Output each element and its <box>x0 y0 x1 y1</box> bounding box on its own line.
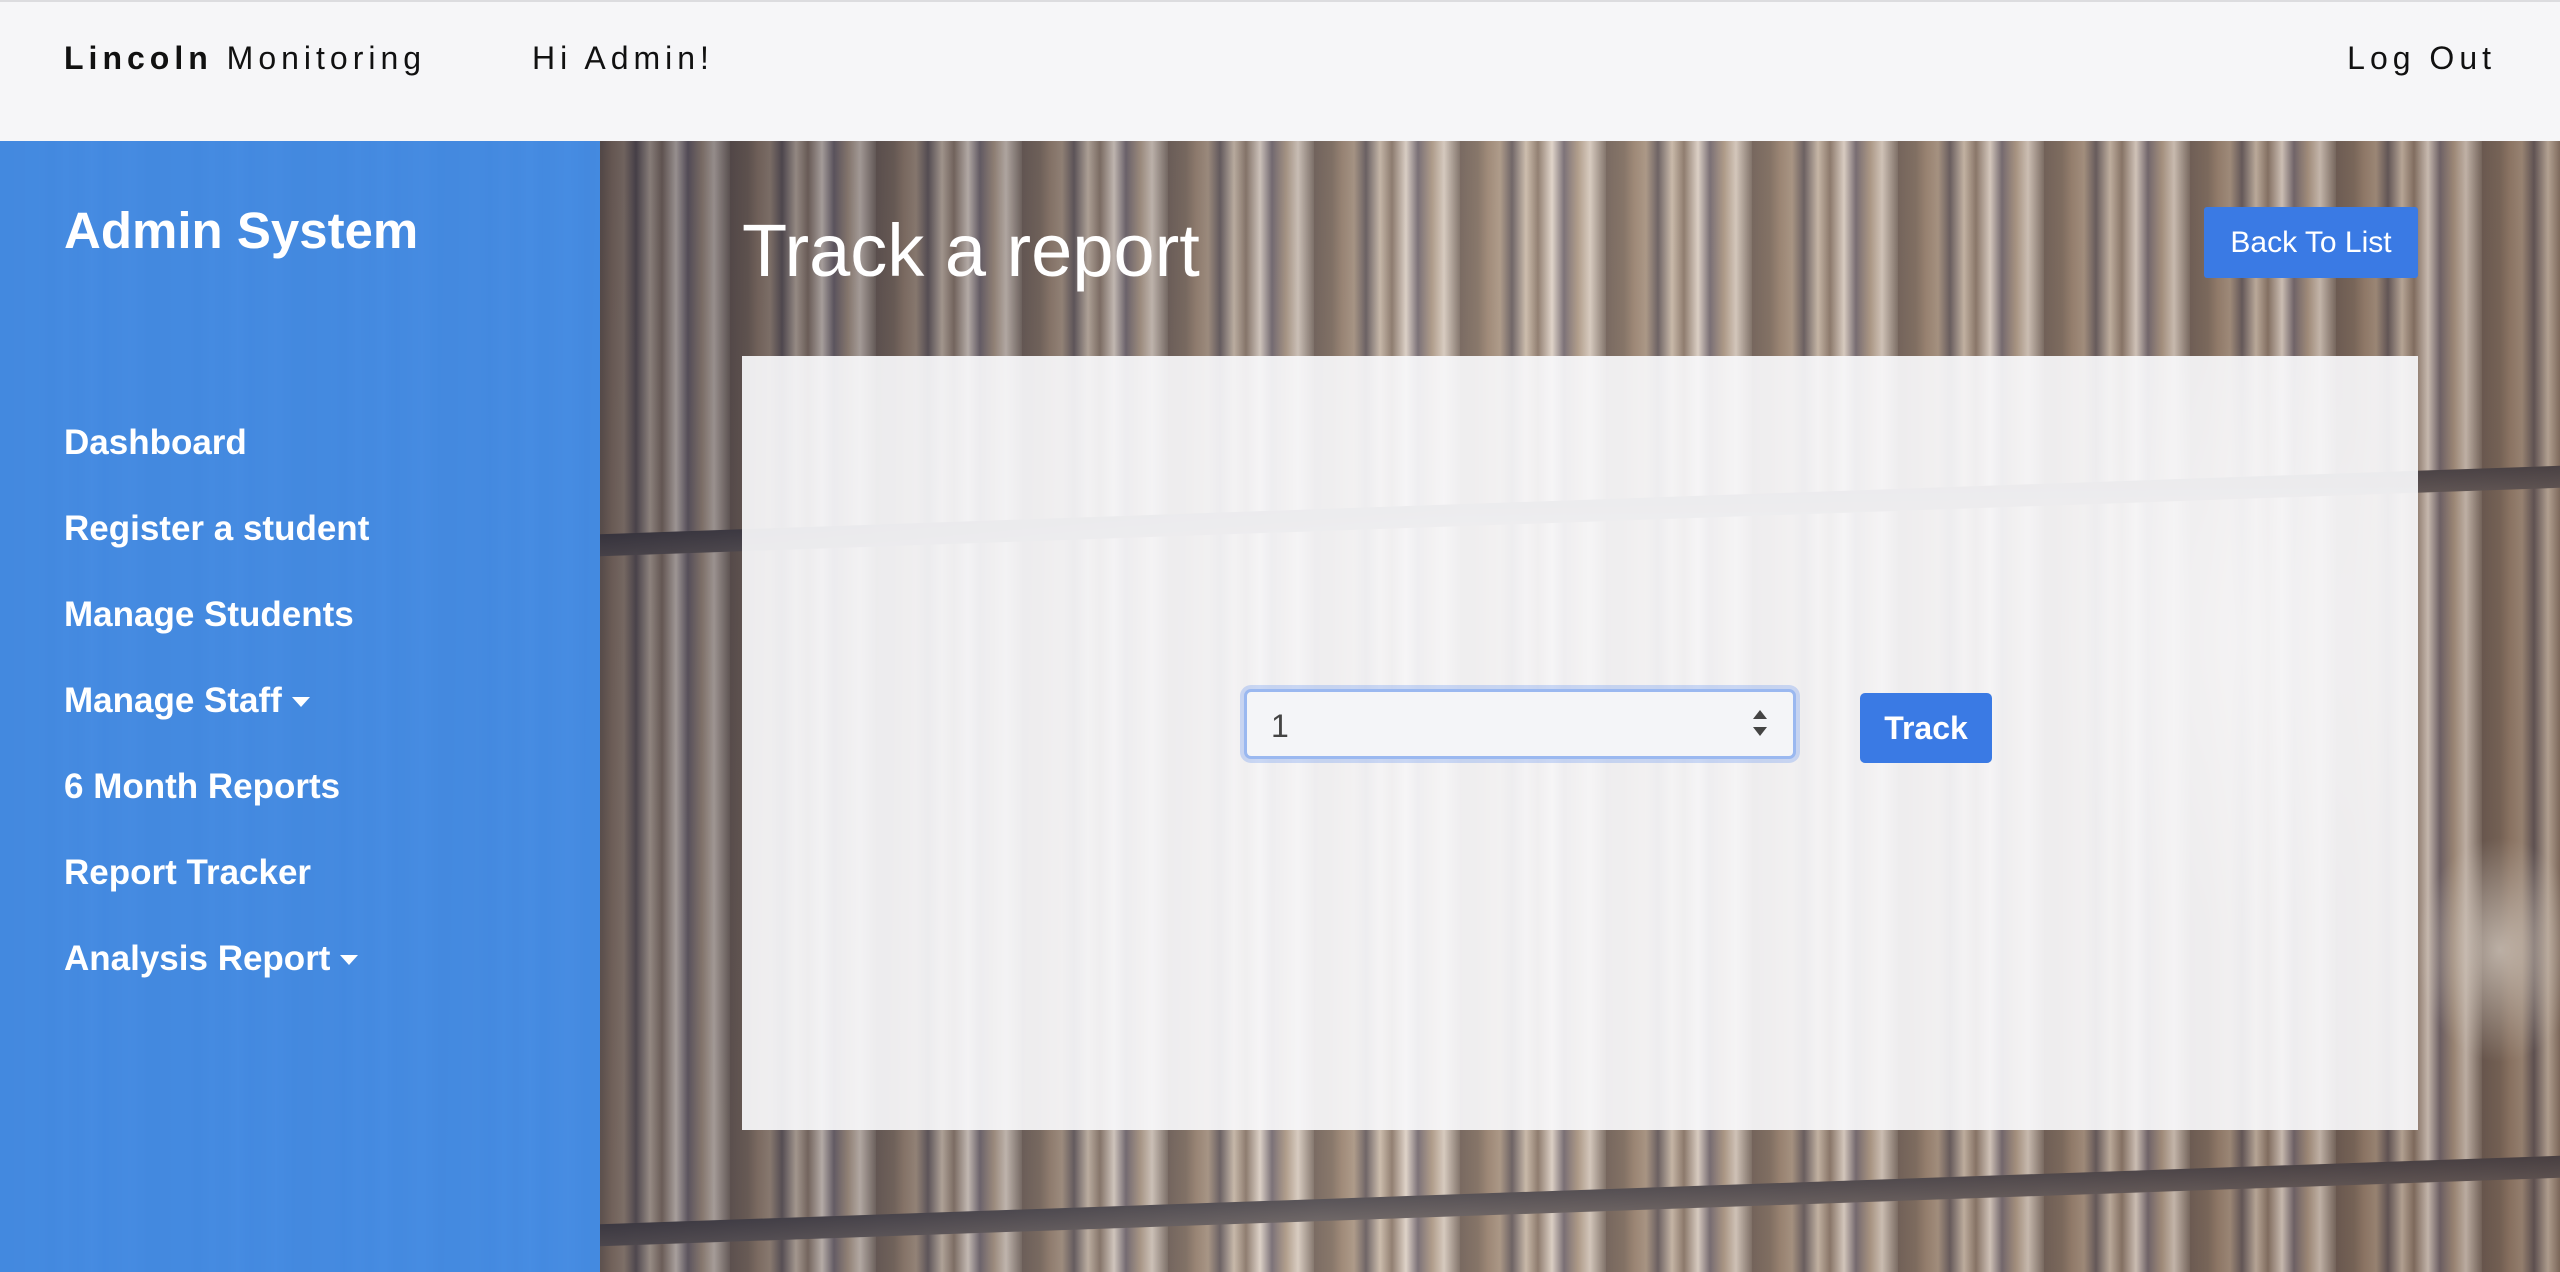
greeting-text: Hi Admin! <box>532 40 714 76</box>
sidebar-item-label: Analysis Report <box>64 939 331 978</box>
stepper-up-icon[interactable] <box>1753 710 1767 719</box>
sidebar-item-6-month-reports[interactable]: 6 Month Reports <box>64 767 369 853</box>
sidebar-item-register-student[interactable]: Register a student <box>64 509 369 595</box>
brand-name-rest: Monitoring <box>226 40 427 76</box>
sidebar-item-report-tracker[interactable]: Report Tracker <box>64 853 369 939</box>
logout-link[interactable]: Log Out <box>2347 40 2496 77</box>
sidebar-item-dashboard[interactable]: Dashboard <box>64 423 369 509</box>
report-number-value: 1 <box>1271 708 1289 744</box>
sidebar-item-label: Manage Students <box>64 595 354 634</box>
sidebar-item-label: Dashboard <box>64 423 247 462</box>
track-button[interactable]: Track <box>1860 693 1992 763</box>
caret-down-icon <box>291 697 310 707</box>
stepper-down-icon[interactable] <box>1753 727 1767 736</box>
back-to-list-button[interactable]: Back To List <box>2204 207 2418 278</box>
report-number-input[interactable]: 1 <box>1244 689 1796 759</box>
brand-logo[interactable]: Lincoln Monitoring <box>64 40 426 77</box>
sidebar-item-label: 6 Month Reports <box>64 767 341 806</box>
sidebar-item-label: Report Tracker <box>64 853 312 892</box>
brand-name-bold: Lincoln <box>64 40 213 76</box>
track-report-panel: 1 Track <box>742 356 2418 1130</box>
sidebar-item-manage-staff[interactable]: Manage Staff <box>64 681 369 767</box>
sidebar-title: Admin System <box>64 202 419 259</box>
number-stepper[interactable] <box>1749 706 1771 746</box>
sidebar-item-label: Register a student <box>64 509 370 548</box>
sidebar-nav: Dashboard Register a student Manage Stud… <box>64 423 369 1025</box>
sidebar-item-label: Manage Staff <box>64 681 282 720</box>
caret-down-icon <box>340 955 359 965</box>
sidebar-item-analysis-report[interactable]: Analysis Report <box>64 939 369 1025</box>
top-navbar: Lincoln Monitoring Hi Admin! Log Out <box>0 0 2560 141</box>
page-title: Track a report <box>742 209 1200 292</box>
sidebar-item-manage-students[interactable]: Manage Students <box>64 595 369 681</box>
sidebar: Admin System Dashboard Register a studen… <box>0 141 600 1272</box>
